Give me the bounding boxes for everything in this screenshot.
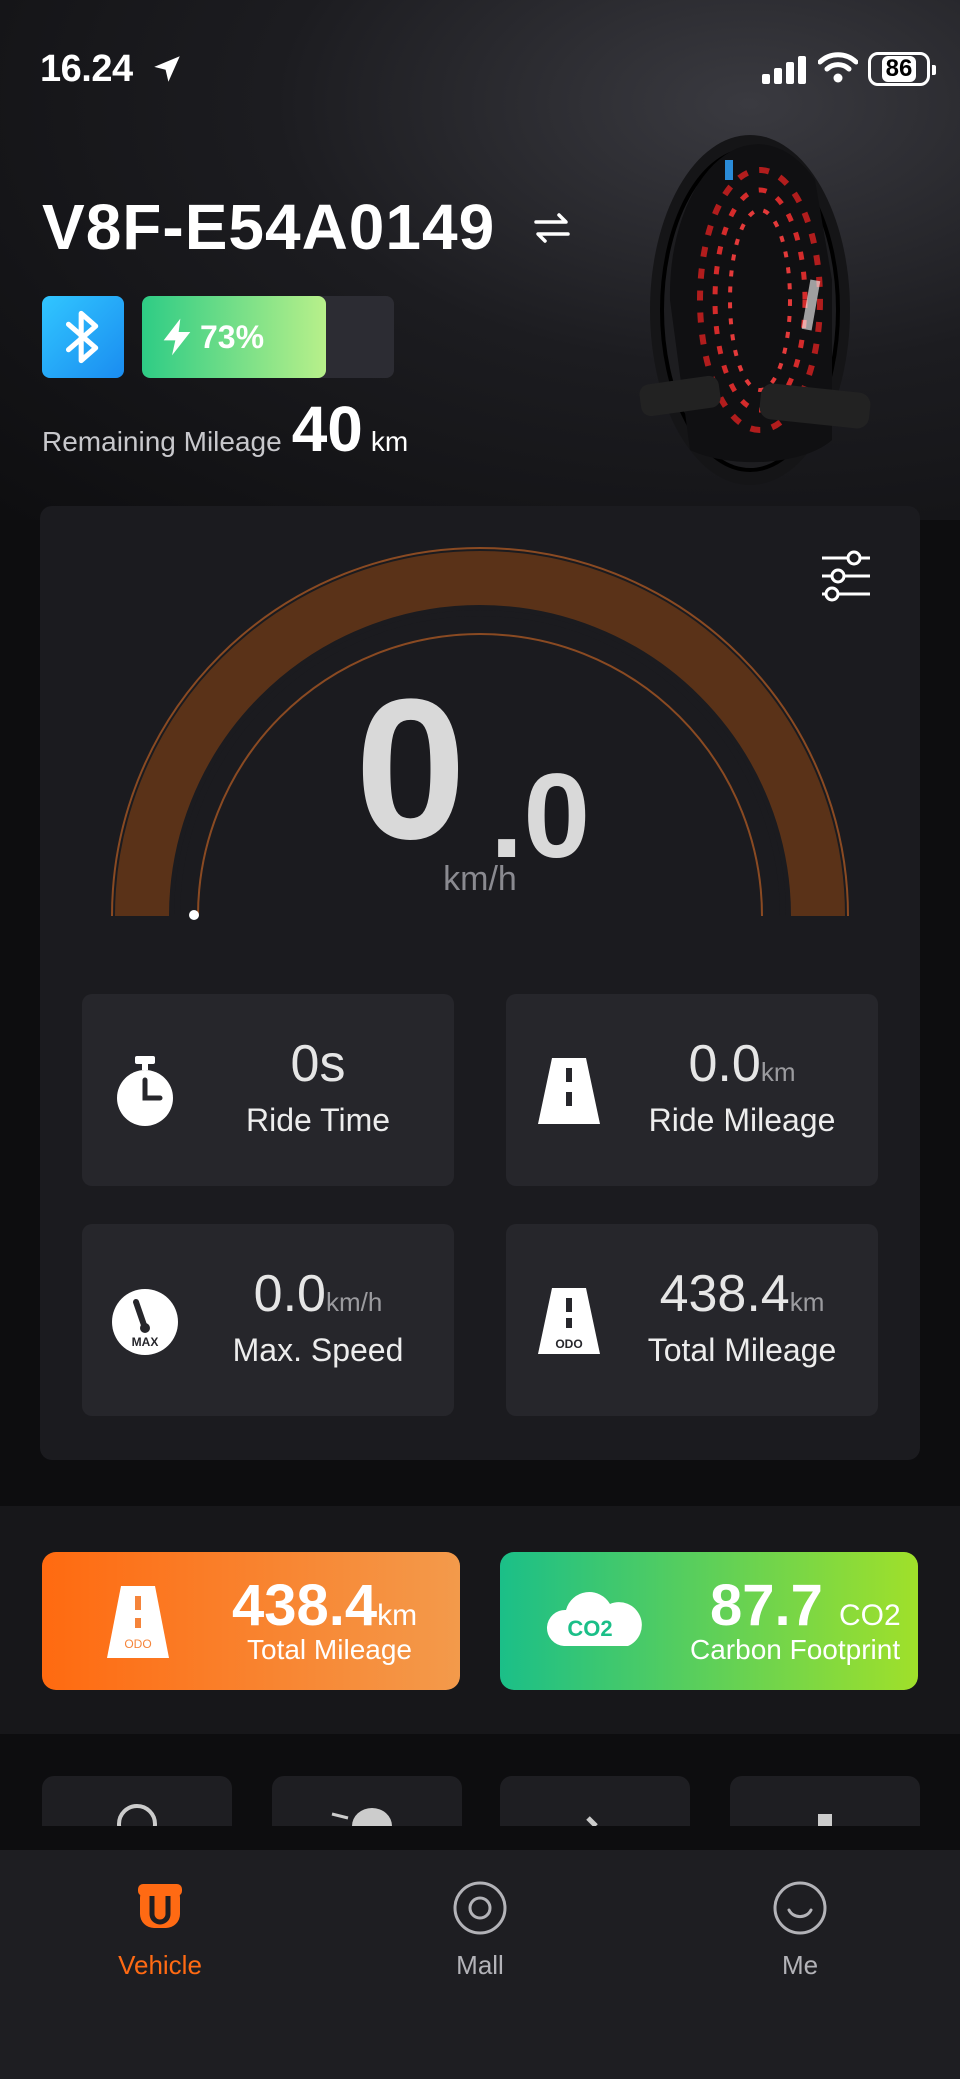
tool-icon — [586, 1816, 598, 1826]
ride-mileage-value: 0.0km — [688, 1035, 796, 1093]
co2-icon-text: CO2 — [567, 1616, 612, 1641]
carbon-footprint-card[interactable]: CO2 87.7 CO2 Carbon Footprint — [500, 1552, 918, 1690]
location-arrow-icon — [154, 56, 180, 82]
tab-mall-label: Mall — [456, 1950, 504, 1980]
status-time: 16.24 — [40, 48, 133, 90]
headlight-icon — [331, 1808, 392, 1826]
cellular-signal-icon — [762, 56, 806, 84]
vehicle-battery-bar: 73% — [142, 296, 394, 378]
stopwatch-icon — [117, 1056, 173, 1126]
max-speed-label: Max. Speed — [232, 1332, 404, 1368]
vehicle-icon — [138, 1884, 182, 1928]
co2-cloud-icon: CO2 — [546, 1592, 642, 1646]
total-mileage-card[interactable]: ODO 438.4km Total Mileage — [42, 1552, 460, 1690]
tab-me[interactable]: Me — [700, 1878, 900, 1981]
ride-mileage-label: Ride Mileage — [648, 1102, 836, 1138]
gauge-needle-dot — [189, 910, 199, 920]
search-icon — [117, 1804, 157, 1826]
ride-time-value: 0s — [290, 1035, 346, 1093]
max-speed-gauge-icon: MAX — [112, 1289, 178, 1355]
wifi-icon — [818, 52, 858, 83]
card-odo-text: ODO — [124, 1637, 151, 1651]
status-bar: 16.24 86 — [0, 0, 960, 130]
speed-value-integer: 0 — [355, 658, 466, 881]
vehicle-battery-text: 73% — [160, 296, 264, 378]
tab-vehicle[interactable]: Vehicle — [60, 1878, 260, 1981]
road-icon — [538, 1058, 600, 1124]
swap-vehicle-icon[interactable] — [532, 208, 572, 248]
speed-unit: km/h — [443, 860, 517, 898]
tab-me-label: Me — [781, 1950, 819, 1980]
shortcut-tile[interactable] — [500, 1776, 690, 1826]
battery-level: 86 — [881, 56, 917, 82]
mall-icon — [453, 1881, 507, 1935]
battery-indicator: 86 — [868, 52, 936, 86]
remaining-mileage-label: Remaining Mileage — [42, 426, 282, 457]
odometer-road-icon: ODO — [538, 1288, 600, 1354]
vehicle-battery-percent: 73% — [200, 318, 265, 355]
max-icon-text: MAX — [132, 1335, 159, 1349]
total-mileage-label: Total Mileage — [647, 1332, 837, 1368]
speed-value-decimal: .0 — [490, 749, 591, 883]
shortcut-tile[interactable] — [42, 1776, 232, 1826]
max-speed-value: 0.0km/h — [253, 1265, 383, 1323]
shortcut-tile[interactable] — [272, 1776, 462, 1826]
stat-total-mileage: ODO 438.4km Total Mileage — [506, 1224, 878, 1416]
stat-max-speed: MAX 0.0km/h Max. Speed — [82, 1224, 454, 1416]
ride-time-label: Ride Time — [245, 1102, 391, 1138]
odo-icon-text: ODO — [555, 1337, 582, 1351]
unicycle-image — [639, 135, 871, 485]
bluetooth-status[interactable] — [42, 296, 124, 378]
charging-bolt-icon — [163, 318, 191, 356]
carbon-label: Carbon Footprint — [690, 1634, 901, 1665]
card-total-mileage-label: Total Mileage — [247, 1634, 412, 1665]
tab-mall[interactable]: Mall — [380, 1878, 580, 1981]
bluetooth-icon — [65, 310, 99, 364]
me-icon — [773, 1881, 827, 1935]
card-total-mileage-value: 438.4km — [232, 1573, 418, 1638]
carbon-value: 87.7 CO2 — [710, 1573, 901, 1638]
vehicle-name[interactable]: V8F-E54A0149 — [42, 190, 495, 264]
remaining-mileage: Remaining Mileage 40 km — [42, 392, 408, 466]
tab-vehicle-label: Vehicle — [118, 1950, 202, 1980]
bottom-tab-bar: Vehicle Mall Me — [0, 1850, 960, 2079]
shortcut-tile[interactable] — [730, 1776, 920, 1826]
remaining-mileage-unit: km — [370, 426, 409, 457]
remaining-mileage-value: 40 — [291, 393, 363, 465]
total-mileage-value: 438.4km — [659, 1265, 825, 1323]
stat-ride-time: 0s Ride Time — [82, 994, 454, 1186]
stat-ride-mileage: 0.0km Ride Mileage — [506, 994, 878, 1186]
odometer-road-icon: ODO — [107, 1586, 169, 1658]
settings-gear-icon — [818, 1814, 832, 1826]
